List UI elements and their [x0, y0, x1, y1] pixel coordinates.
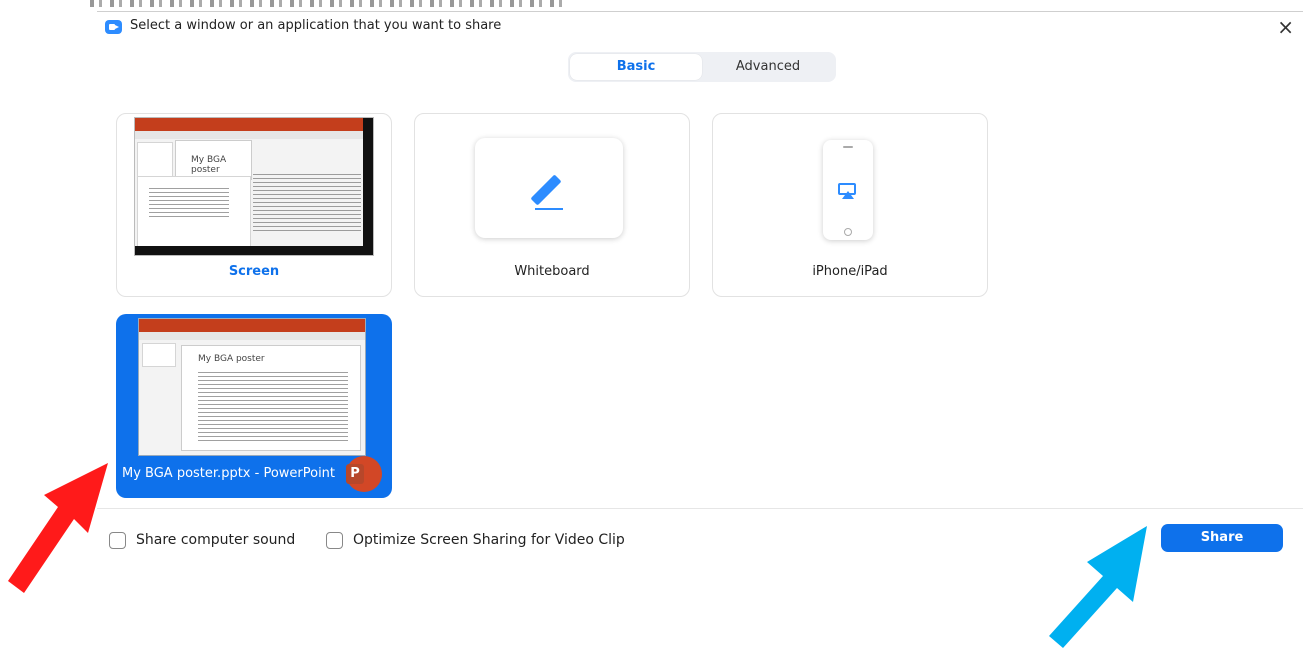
- tab-basic[interactable]: Basic: [570, 54, 702, 80]
- share-mode-tabs: Basic Advanced: [568, 52, 836, 82]
- powerpoint-icon: P: [346, 456, 382, 492]
- share-button[interactable]: Share: [1161, 524, 1283, 552]
- share-sound-option[interactable]: Share computer sound: [109, 530, 295, 550]
- powerpoint-slide-title: My BGA poster: [198, 354, 265, 364]
- whiteboard-preview: [475, 138, 623, 238]
- powerpoint-window-label: My BGA poster.pptx - PowerPoint: [122, 466, 336, 481]
- share-screen-dialog: Select a window or an application that y…: [97, 12, 1303, 650]
- background-window-content: [90, 0, 570, 7]
- dialog-title: Select a window or an application that y…: [130, 18, 502, 33]
- optimize-video-checkbox[interactable]: [326, 531, 343, 549]
- share-sound-checkbox[interactable]: [109, 531, 126, 549]
- title-bar: Select a window or an application that y…: [97, 12, 1303, 42]
- powerpoint-icon-letter: P: [346, 464, 364, 484]
- whiteboard-label: Whiteboard: [514, 264, 590, 279]
- share-sound-label: Share computer sound: [136, 532, 296, 548]
- iphone-ipad-label: iPhone/iPad: [812, 264, 888, 279]
- zoom-app-icon: [105, 20, 122, 34]
- close-button[interactable]: ×: [1277, 15, 1294, 39]
- optimize-video-option[interactable]: Optimize Screen Sharing for Video Clip: [326, 530, 625, 550]
- footer-divider: [97, 508, 1303, 509]
- optimize-video-label: Optimize Screen Sharing for Video Clip: [353, 532, 625, 548]
- screen-preview-thumbnail: My BGA poster: [134, 117, 374, 256]
- share-option-iphone-ipad[interactable]: iPhone/iPad: [712, 113, 988, 297]
- powerpoint-window-thumbnail: My BGA poster: [138, 318, 366, 456]
- window-option-powerpoint[interactable]: My BGA poster My BGA poster.pptx - Power…: [116, 314, 392, 498]
- screen-slide-title: My BGA poster: [191, 155, 227, 175]
- share-option-whiteboard[interactable]: Whiteboard: [414, 113, 690, 297]
- share-option-screen[interactable]: My BGA poster Screen: [116, 113, 392, 297]
- tab-advanced[interactable]: Advanced: [702, 54, 834, 80]
- screen-label: Screen: [228, 264, 280, 279]
- phone-preview: [823, 140, 873, 240]
